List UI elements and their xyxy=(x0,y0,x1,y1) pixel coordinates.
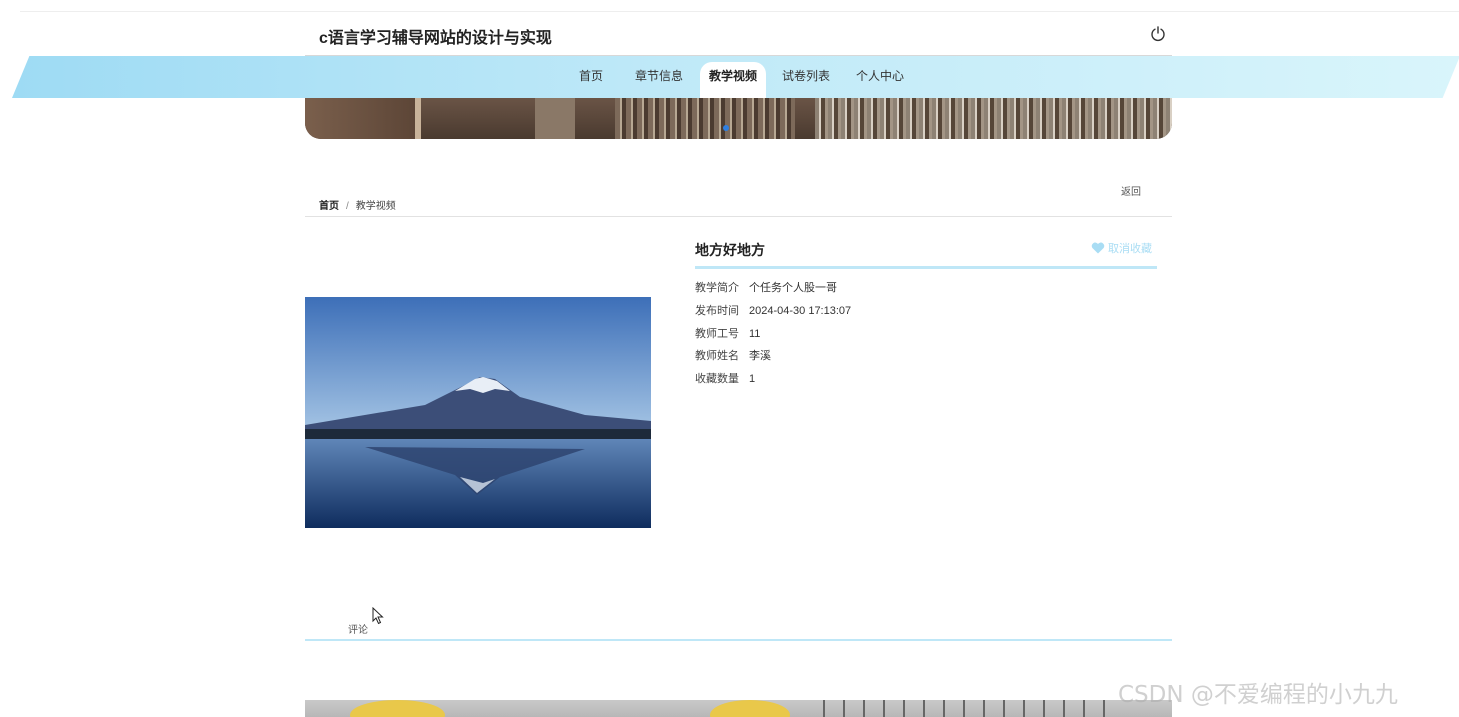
nav-item-profile[interactable]: 个人中心 xyxy=(848,62,912,98)
title-divider xyxy=(695,266,1157,269)
nav-item-videos[interactable]: 教学视频 xyxy=(700,62,766,98)
breadcrumb-divider xyxy=(305,216,1172,217)
nav-item-exams[interactable]: 试卷列表 xyxy=(774,62,838,98)
top-divider xyxy=(20,11,1459,12)
video-cover-image[interactable] xyxy=(305,297,651,528)
info-value: 李溪 xyxy=(749,350,771,362)
comment-divider xyxy=(305,639,1172,641)
info-row-teacher-name: 教师姓名 李溪 xyxy=(695,347,771,363)
power-icon[interactable] xyxy=(1150,26,1166,42)
breadcrumb-current: 教学视频 xyxy=(355,201,396,212)
header-divider xyxy=(305,55,1172,56)
info-label: 教师姓名 xyxy=(695,350,739,362)
info-row-publish-time: 发布时间 2024-04-30 17:13:07 xyxy=(695,302,851,318)
info-label: 教学简介 xyxy=(695,282,739,294)
footer-image xyxy=(305,700,1172,717)
carousel-indicator[interactable] xyxy=(723,125,729,131)
heart-icon xyxy=(1091,242,1105,254)
info-label: 发布时间 xyxy=(695,305,739,317)
mouse-pointer-icon xyxy=(372,607,384,625)
site-title: c语言学习辅导网站的设计与实现 xyxy=(319,30,552,47)
breadcrumb-separator: / xyxy=(346,201,349,212)
info-value: 1 xyxy=(749,373,756,385)
comment-label: 评论 xyxy=(348,625,368,636)
nav-item-chapters[interactable]: 章节信息 xyxy=(626,62,692,98)
breadcrumb-home[interactable]: 首页 xyxy=(319,201,339,212)
banner-carousel[interactable] xyxy=(305,98,1172,139)
favorite-button[interactable]: 取消收藏 xyxy=(1091,240,1152,256)
info-label: 教师工号 xyxy=(695,328,739,340)
info-value: 11 xyxy=(749,328,761,340)
info-row-intro: 教学简介 个任务个人股一哥 xyxy=(695,279,837,295)
info-value: 个任务个人股一哥 xyxy=(749,282,837,294)
breadcrumb: 首页 / 教学视频 xyxy=(319,197,396,212)
nav-item-home[interactable]: 首页 xyxy=(568,62,614,98)
info-value: 2024-04-30 17:13:07 xyxy=(749,305,852,317)
info-row-teacher-id: 教师工号 11 xyxy=(695,325,760,341)
favorite-label: 取消收藏 xyxy=(1108,243,1152,255)
video-title: 地方好地方 xyxy=(695,242,765,258)
back-link[interactable]: 返回 xyxy=(1121,183,1141,198)
watermark: CSDN @不爱编程的小九九 xyxy=(1118,682,1398,708)
info-row-favorite-count: 收藏数量 1 xyxy=(695,370,755,386)
info-label: 收藏数量 xyxy=(695,373,739,385)
